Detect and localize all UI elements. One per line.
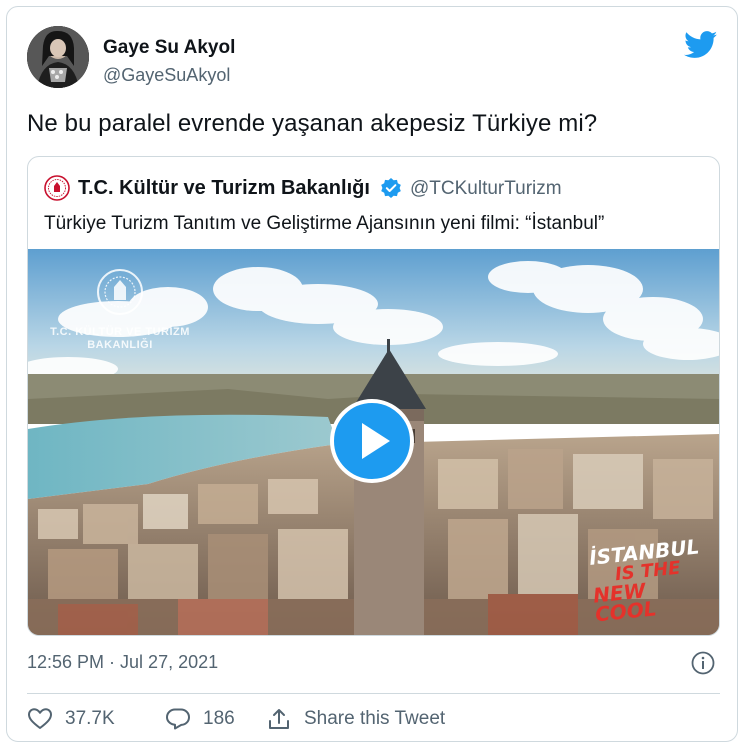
share-label: Share this Tweet	[304, 708, 446, 729]
reply-button[interactable]: 186	[165, 705, 235, 733]
quoted-author-handle: @TCKulturTurizm	[410, 178, 562, 199]
tweet-timestamp[interactable]: 12:56 PM · Jul 27, 2021	[27, 652, 218, 673]
reply-count: 186	[203, 708, 235, 729]
ministry-seal-icon	[44, 175, 70, 201]
tweet-text: Ne bu paralel evrende yaşanan akepesiz T…	[27, 110, 598, 137]
quoted-author-name: T.C. Kültür ve Turizm Bakanlığı	[78, 177, 370, 199]
info-icon[interactable]	[691, 651, 715, 675]
divider	[27, 693, 720, 694]
quoted-tweet-text: Türkiye Turizm Tanıtım ve Geliştirme Aja…	[44, 213, 605, 234]
video-player[interactable]: T.C. KÜLTÜR VE TURİZM BAKANLIĞI İSTANBUL…	[28, 249, 719, 635]
tweet-card: Gaye Su Akyol @GayeSuAkyol Ne bu paralel…	[6, 6, 738, 742]
heart-icon	[28, 708, 52, 729]
share-button[interactable]: Share this Tweet	[266, 705, 445, 733]
author-handle[interactable]: @GayeSuAkyol	[103, 65, 230, 86]
avatar[interactable]	[27, 26, 89, 88]
watermark-text: T.C. KÜLTÜR VE TURİZM BAKANLIĞI	[50, 326, 190, 351]
author-name[interactable]: Gaye Su Akyol	[103, 37, 235, 59]
like-button[interactable]: 37.7K	[27, 705, 115, 733]
play-button[interactable]	[330, 399, 414, 483]
istanbul-slogan: İSTANBUL IS THE NEW COOL	[588, 534, 705, 626]
like-count: 37.7K	[65, 708, 115, 729]
play-icon	[362, 423, 390, 459]
verified-badge-icon	[380, 177, 402, 199]
twitter-bird-icon[interactable]	[684, 31, 718, 59]
share-icon	[269, 709, 289, 729]
ministry-emblem-icon	[97, 269, 143, 315]
ministry-watermark: T.C. KÜLTÜR VE TURİZM BAKANLIĞI	[50, 267, 190, 352]
quoted-tweet[interactable]: T.C. Kültür ve Turizm Bakanlığı @TCKultu…	[27, 156, 720, 636]
reply-bubble-icon	[166, 708, 190, 730]
